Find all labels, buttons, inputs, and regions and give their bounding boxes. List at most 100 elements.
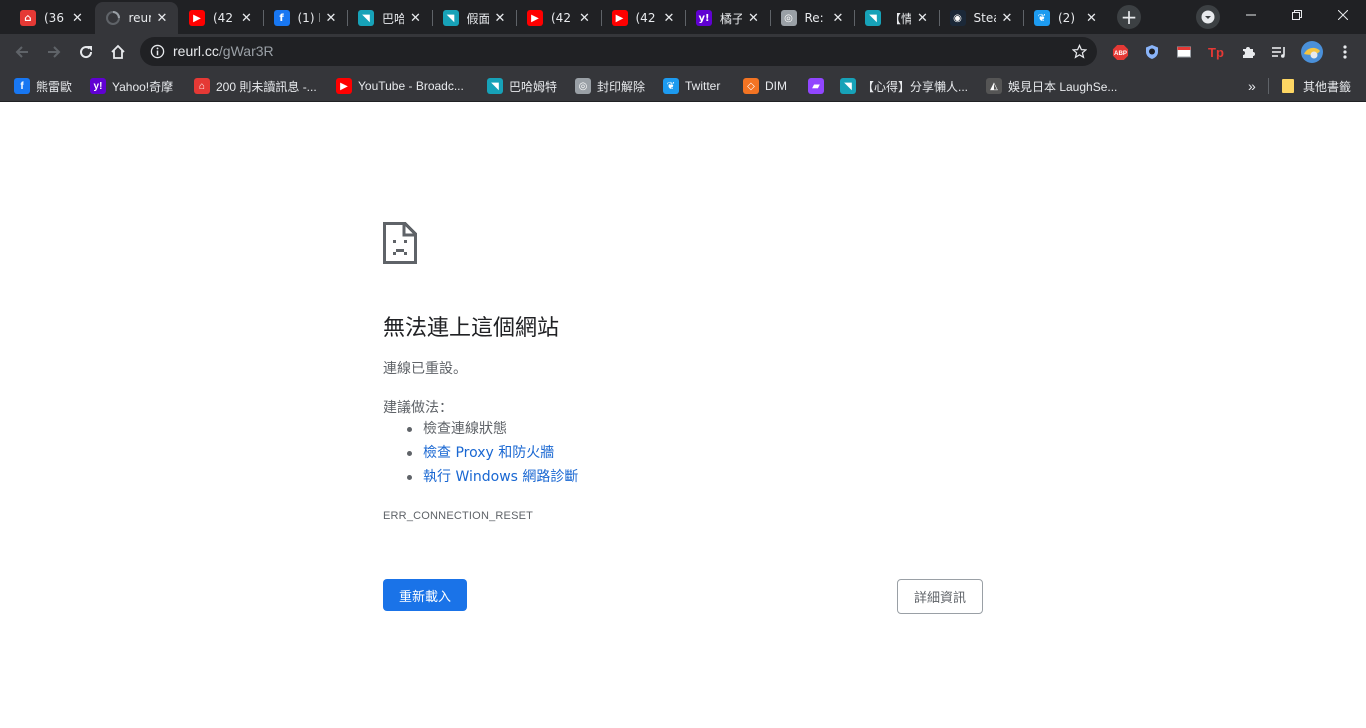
close-icon[interactable]: ✕ — [70, 10, 86, 26]
close-icon[interactable]: ✕ — [323, 10, 339, 26]
svg-text:ABP: ABP — [1114, 50, 1127, 57]
toolbar: reurl.cc/gWar3R ABP Tp — [0, 34, 1366, 70]
laughseejapan-icon: ◭ — [986, 78, 1002, 94]
bookmark-8[interactable]: ▰ — [808, 76, 830, 96]
bookmark-star-icon[interactable] — [1072, 44, 1087, 59]
puzzle-icon — [1243, 47, 1255, 58]
tab-8[interactable]: y! 橘子 ✕ — [686, 2, 770, 34]
close-icon[interactable]: ✕ — [154, 10, 170, 26]
tab-1[interactable]: reur✕ — [94, 2, 178, 34]
youtube-icon: ▶ — [336, 78, 352, 94]
minimize-button[interactable] — [1228, 0, 1274, 30]
tab-11[interactable]: ◉ Stea✕ — [940, 2, 1024, 34]
close-icon[interactable]: ✕ — [915, 10, 931, 26]
svg-text:Tp: Tp — [1208, 45, 1224, 60]
adblock-plus-extension[interactable]: ABP — [1111, 43, 1129, 61]
facebook-icon: f — [273, 10, 290, 26]
reload-page-button[interactable]: 重新載入 — [383, 579, 467, 611]
home-button[interactable] — [104, 38, 132, 66]
bookmark-1[interactable]: y! Yahoo!奇摩 — [90, 76, 173, 96]
globe-icon: ◎ — [575, 78, 591, 94]
chevron-double-right-icon: » — [1248, 78, 1256, 94]
bookmark-3[interactable]: ▶ YouTube - Broadc... — [336, 76, 464, 96]
bookmark-label: DIM — [765, 79, 787, 93]
bahamut-icon: ◥ — [840, 78, 856, 94]
tab-title: (2) — [1058, 11, 1075, 25]
tab-6[interactable]: ▶ (42 ✕ — [517, 2, 601, 34]
bookmark-6[interactable]: ❦ Twitter — [663, 76, 720, 96]
loading-icon — [105, 10, 121, 26]
dim-icon: ◇ — [743, 78, 759, 94]
close-icon[interactable]: ✕ — [661, 10, 677, 26]
close-icon[interactable]: ✕ — [830, 10, 846, 26]
bookmark-label: 娛見日本 LaughSe... — [1008, 79, 1118, 94]
url-host: reurl.cc — [173, 43, 219, 59]
bookmark-4[interactable]: ◥ 巴哈姆特 — [487, 76, 557, 96]
red-app-icon: ⌂ — [194, 78, 210, 94]
bookmark-0[interactable]: f 熊雷歐 — [14, 76, 72, 96]
close-icon[interactable]: ✕ — [999, 10, 1015, 26]
bookmark-7[interactable]: ◇ DIM — [743, 76, 787, 96]
close-icon[interactable]: ✕ — [746, 10, 762, 26]
tab-4[interactable]: ◥ 巴哈 ✕ — [348, 2, 432, 34]
close-icon[interactable]: ✕ — [239, 10, 255, 26]
tab-9[interactable]: ◎ Re: ✕ — [771, 2, 855, 34]
back-button[interactable] — [8, 38, 36, 66]
chrome-menu-button[interactable] — [1336, 43, 1354, 61]
close-icon[interactable]: ✕ — [1084, 10, 1100, 26]
suggestion-run-diagnostics-link[interactable]: 執行 Windows 網路診斷 — [383, 468, 578, 492]
restore-button[interactable] — [1274, 0, 1320, 30]
close-icon[interactable]: ✕ — [408, 10, 424, 26]
bookmark-2[interactable]: ⌂ 200 則未讀訊息 -... — [194, 76, 317, 96]
error-code: ERR_CONNECTION_RESET — [383, 510, 534, 522]
tab-10[interactable]: ◥ 【情 ✕ — [855, 2, 939, 34]
tp-extension[interactable]: Tp — [1207, 43, 1225, 61]
home-icon — [111, 44, 125, 59]
tab-title: (1) I — [297, 11, 320, 25]
bookmark-10[interactable]: ◭ 娛見日本 LaughSe... — [986, 76, 1117, 96]
close-window-button[interactable] — [1320, 0, 1366, 30]
yahoo-icon: y! — [90, 78, 106, 94]
extensions-button[interactable] — [1239, 43, 1257, 61]
bookmark-label: Yahoo!奇摩 — [112, 79, 174, 94]
chevron-down-icon — [1201, 10, 1215, 24]
info-icon[interactable] — [150, 44, 165, 59]
suggestion-check-proxy-link[interactable]: 檢查 Proxy 和防火牆 — [383, 444, 578, 468]
url-path: /gWar3R — [218, 43, 274, 59]
details-button[interactable]: 詳細資訊 — [897, 579, 983, 614]
tp-icon: Tp — [1208, 45, 1224, 60]
tab-5[interactable]: ◥ 假面 ✕ — [433, 2, 517, 34]
other-bookmarks-button[interactable]: 其他書籤 — [1281, 76, 1351, 96]
tab-title: Stea — [973, 11, 996, 25]
bookmarks-bar: f 熊雷歐 y! Yahoo!奇摩 ⌂ 200 則未讀訊息 -... ▶ YouTube - … — [0, 70, 1366, 102]
tab-12[interactable]: ❦ (2) ✕ — [1024, 2, 1108, 34]
tab-0[interactable]: ⌂ (36 ✕ — [10, 2, 94, 34]
bookmark-5[interactable]: ◎ 封印解除 — [575, 76, 645, 96]
close-icon[interactable]: ✕ — [492, 10, 508, 26]
media-control-button[interactable] — [1270, 43, 1288, 61]
url-text[interactable]: reurl.cc/gWar3R — [173, 43, 274, 59]
bookmark-9[interactable]: ◥ 【心得】分享懶人... — [840, 76, 968, 96]
close-icon — [1338, 10, 1348, 20]
youtube-icon: ▶ — [611, 10, 628, 26]
bookmarks-overflow-button[interactable]: » — [1248, 76, 1256, 96]
shield-extension[interactable] — [1143, 43, 1161, 61]
shield-icon — [1146, 45, 1158, 59]
tab-title: (42 — [551, 11, 571, 25]
address-bar[interactable]: reurl.cc/gWar3R — [140, 37, 1097, 66]
tab-2[interactable]: ▶ (42 ✕ — [179, 2, 263, 34]
reload-button[interactable] — [72, 38, 100, 66]
tab-manager-extension[interactable] — [1175, 43, 1193, 61]
tab-title: 橘子 — [720, 11, 742, 26]
close-icon[interactable]: ✕ — [577, 10, 593, 26]
tab-title: reur — [128, 11, 151, 25]
facebook-icon: f — [14, 78, 30, 94]
plus-icon: + — [1120, 5, 1138, 29]
tab-3[interactable]: f (1) I ✕ — [264, 2, 348, 34]
new-tab-button[interactable]: + — [1117, 5, 1141, 29]
tab-search-button[interactable] — [1196, 5, 1220, 29]
profile-avatar[interactable] — [1301, 41, 1323, 63]
forward-button[interactable] — [40, 38, 68, 66]
tab-7[interactable]: ▶ (42 ✕ — [602, 2, 686, 34]
suggestions-list: 檢查連線狀態 檢查 Proxy 和防火牆 執行 Windows 網路診斷 — [383, 420, 578, 492]
